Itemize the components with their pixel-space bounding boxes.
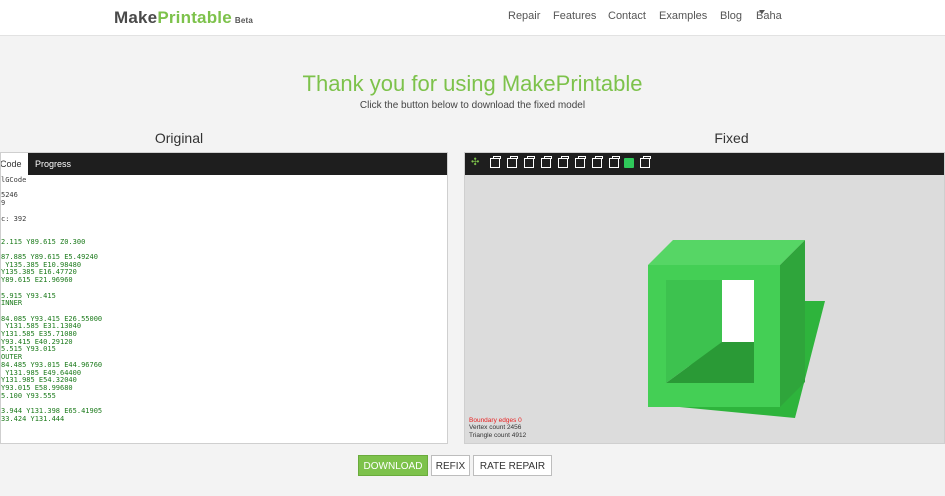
solid-shading-icon[interactable] — [624, 158, 634, 168]
model-viewport[interactable]: Boundary edges 0 Vertex count 2456 Trian… — [465, 175, 944, 443]
tab-code[interactable]: Code — [1, 153, 28, 175]
view-back-icon[interactable] — [524, 156, 535, 168]
rate-repair-button[interactable]: RATE REPAIR — [473, 455, 552, 476]
brand-logo[interactable]: MakePrintable Beta — [114, 8, 253, 28]
view-bottom-icon[interactable] — [592, 156, 603, 168]
gcode-listing[interactable]: lGCode 5246 9 c: 392 2.115 Y89.615 Z0.30… — [1, 175, 447, 424]
gcode-line: 5.100 Y93.555 — [1, 391, 56, 400]
boundary-edges-stat: Boundary edges 0 — [469, 416, 522, 424]
view-left-icon[interactable] — [541, 156, 552, 168]
gcode-line: 2.115 Y89.615 Z0.300 — [1, 237, 86, 246]
nav-examples[interactable]: Examples — [659, 10, 707, 22]
fixed-panel: ✣ Boundary edges 0 Vertex count 2456 Tri… — [464, 152, 945, 444]
original-panel: Code Progress lGCode 5246 9 c: 392 2.115… — [0, 152, 448, 444]
vertex-count-stat: Vertex count 2456 — [469, 424, 522, 431]
viewer-toolbar: ✣ — [465, 153, 944, 175]
move-icon[interactable]: ✣ — [471, 158, 481, 168]
download-button[interactable]: DOWNLOAD — [358, 455, 428, 476]
gcode-line: INNER — [1, 299, 23, 308]
view-top-icon[interactable] — [575, 156, 586, 168]
gcode-line: Y89.615 E21.96960 — [1, 276, 73, 285]
brand-printable: Printable — [157, 8, 232, 27]
caret-down-icon — [759, 10, 765, 14]
page-subtitle: Click the button below to download the f… — [359, 100, 586, 111]
model-hole — [722, 280, 754, 342]
nav-contact[interactable]: Contact — [608, 10, 646, 22]
gcode-line: 9 — [1, 199, 6, 208]
brand-make: Make — [114, 8, 158, 27]
view-cube-icon[interactable] — [490, 156, 501, 168]
model-side-face — [780, 240, 805, 407]
original-tabbar: Code Progress — [1, 153, 447, 175]
original-heading: Original — [154, 130, 204, 146]
brand-beta: Beta — [234, 16, 254, 25]
view-right-icon[interactable] — [558, 156, 569, 168]
triangle-count-stat: Triangle count 4912 — [469, 431, 527, 439]
fixed-model-render — [648, 240, 825, 418]
nav-features[interactable]: Features — [553, 10, 596, 22]
nav-repair[interactable]: Repair — [508, 10, 540, 22]
gcode-line: 33.424 Y131.444 — [1, 414, 65, 423]
nav-blog[interactable]: Blog — [720, 10, 742, 22]
page-title: Thank you for using MakePrintable — [302, 71, 643, 96]
tab-progress[interactable]: Progress — [29, 153, 77, 175]
mesh-stats: Boundary edges 0 Vertex count 2456 Trian… — [469, 417, 526, 440]
view-front-icon[interactable] — [507, 156, 518, 168]
top-navbar: MakePrintable Beta Repair Features Contac… — [0, 0, 945, 36]
gcode-line: lGCode — [1, 176, 27, 184]
model-top-face — [648, 240, 805, 265]
refix-button[interactable]: REFIX — [431, 455, 470, 476]
fixed-heading: Fixed — [714, 130, 749, 146]
shaded-wire-icon[interactable] — [640, 156, 651, 168]
gcode-line: c: 392 — [1, 214, 27, 223]
wireframe-icon[interactable] — [609, 156, 620, 168]
